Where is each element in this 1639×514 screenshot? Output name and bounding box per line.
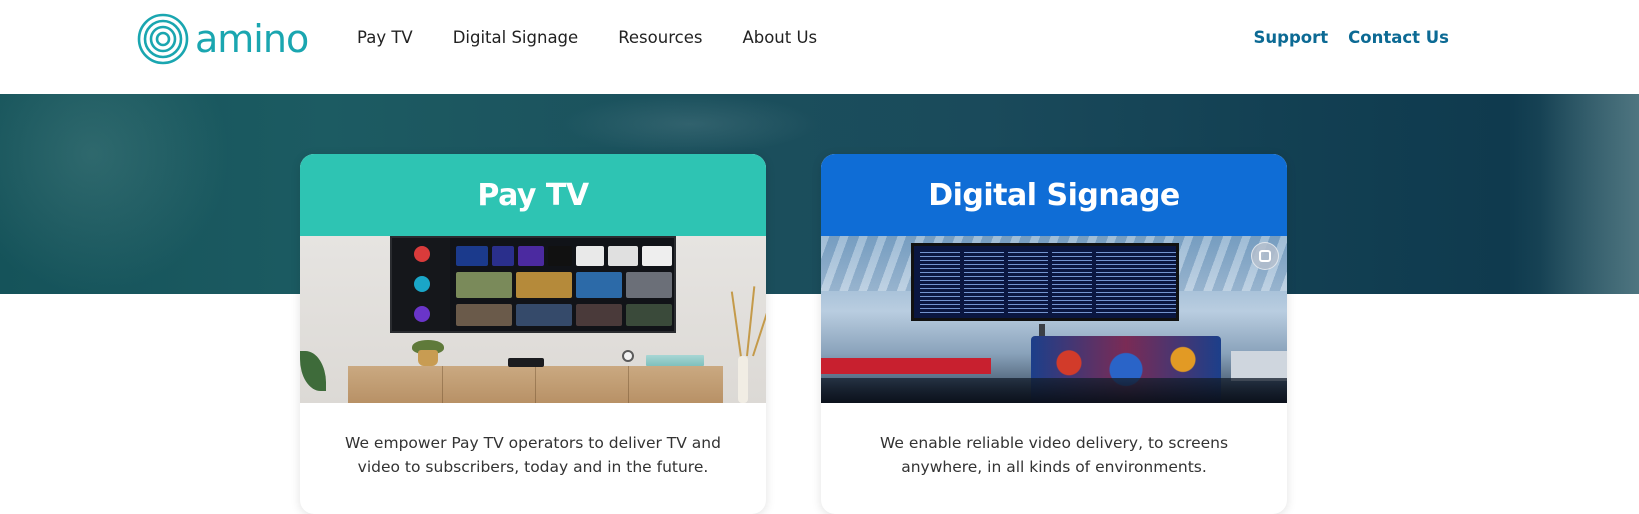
site-header: amino Pay TV Digital Signage Resources A…: [0, 0, 1639, 94]
board-column: [1052, 252, 1092, 316]
digital-signage-card-title: Digital Signage: [928, 177, 1180, 213]
hbo-max-icon: [414, 306, 430, 322]
hbo-max-tile: [518, 246, 544, 266]
digital-signage-card[interactable]: Digital Signage We enable reliable video…: [821, 154, 1287, 514]
amino-rings-icon: [137, 13, 189, 65]
hero-banner: [0, 94, 1639, 294]
pay-tv-card-title: Pay TV: [477, 177, 589, 213]
tv-app-sidebar: [392, 238, 450, 331]
content-thumbnail: [576, 304, 622, 326]
nav-item-digital-signage[interactable]: Digital Signage: [453, 28, 578, 47]
alarm-clock: [622, 350, 634, 362]
hero-bokeh: [1540, 94, 1639, 294]
main-nav: Pay TV Digital Signage Resources About U…: [357, 28, 817, 47]
nav-item-pay-tv[interactable]: Pay TV: [357, 28, 413, 47]
content-thumbnail: [576, 272, 622, 298]
content-thumbnail: [456, 304, 512, 326]
pay-tv-card[interactable]: Pay TV We empower Pay TV operators to de…: [300, 154, 766, 514]
storefront: [1231, 351, 1287, 381]
nav-item-about-us[interactable]: About Us: [742, 28, 817, 47]
app-tile: [608, 246, 638, 266]
disney-plus-tile: [456, 246, 488, 266]
visual-search-button[interactable]: [1251, 242, 1279, 270]
departures-board: [911, 243, 1179, 321]
digital-signage-description: We enable reliable video delivery, to sc…: [879, 434, 1229, 476]
contact-us-link[interactable]: Contact Us: [1348, 28, 1449, 47]
board-column: [1096, 252, 1136, 316]
youtube-tile: [576, 246, 604, 266]
app-tile: [642, 246, 672, 266]
media-console: [348, 366, 723, 403]
apps-icon: [414, 246, 430, 262]
app-tile: [492, 246, 514, 266]
console-seam: [442, 366, 443, 403]
hero-bokeh: [0, 94, 230, 294]
utility-nav: Support Contact Us: [1254, 28, 1449, 47]
hero-bokeh: [560, 94, 820, 154]
content-thumbnail: [516, 304, 572, 326]
hulu-tile: [548, 246, 572, 266]
stacked-books: [646, 355, 704, 366]
logo-wordmark: amino: [195, 17, 309, 61]
console-seam: [628, 366, 629, 403]
support-link[interactable]: Support: [1254, 28, 1329, 47]
content-thumbnail: [516, 272, 572, 298]
plant-pot: [418, 350, 438, 366]
storefront-signage: [821, 358, 991, 374]
set-top-box: [508, 358, 544, 367]
content-thumbnail: [626, 272, 672, 298]
visual-search-icon: [1259, 250, 1271, 262]
content-thumbnail: [626, 304, 672, 326]
television: [390, 236, 676, 333]
prime-video-icon: [414, 276, 430, 292]
pay-tv-image: [300, 236, 766, 403]
amino-logo[interactable]: amino: [137, 13, 309, 65]
vase: [738, 356, 748, 403]
pay-tv-description: We empower Pay TV operators to deliver T…: [345, 434, 721, 476]
content-thumbnail: [456, 272, 512, 298]
board-column: [920, 252, 960, 316]
crowd: [821, 378, 1287, 403]
board-column: [1136, 252, 1176, 316]
digital-signage-image: [821, 236, 1287, 403]
pay-tv-card-header: Pay TV: [300, 154, 766, 236]
console-seam: [535, 366, 536, 403]
board-column: [964, 252, 1004, 316]
nav-item-resources[interactable]: Resources: [618, 28, 702, 47]
digital-signage-card-header: Digital Signage: [821, 154, 1287, 236]
board-column: [1008, 252, 1048, 316]
